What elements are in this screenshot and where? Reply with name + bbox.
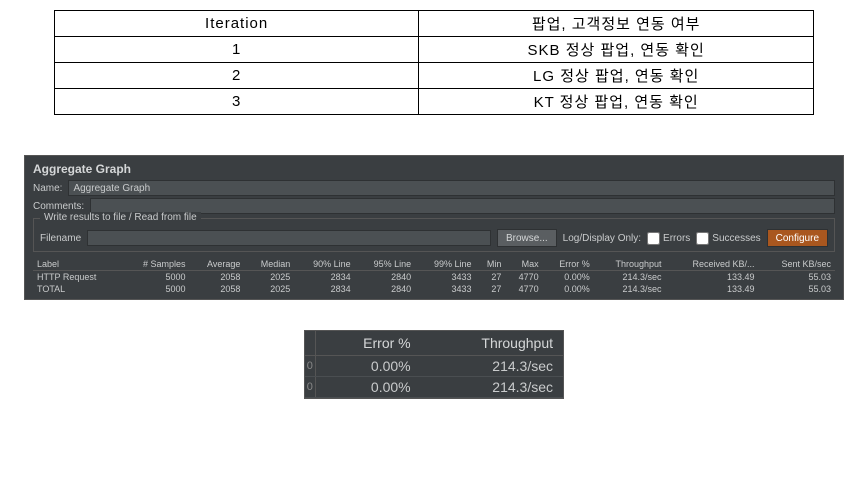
logdisplay-label: Log/Display Only: <box>563 233 641 244</box>
name-row: Name: <box>33 180 835 196</box>
cell: 3433 <box>415 283 475 295</box>
write-results-fieldset: Write results to file / Read from file F… <box>33 218 835 252</box>
name-input[interactable] <box>68 180 835 196</box>
col-max[interactable]: Max <box>505 258 542 271</box>
aggregate-header-row: Label # Samples Average Median 90% Line … <box>33 258 835 271</box>
zoom-table: Error % Throughput 0 0.00% 214.3/sec 0 0… <box>305 331 563 398</box>
successes-checkbox-input[interactable] <box>696 232 709 245</box>
zoom-row[interactable]: 0 0.00% 214.3/sec <box>305 377 563 398</box>
cell: 3433 <box>415 271 475 284</box>
cell: 2834 <box>294 271 354 284</box>
zoom-cut-cell: 0 <box>305 377 315 398</box>
configure-button[interactable]: Configure <box>767 229 828 247</box>
col-median[interactable]: Median <box>244 258 294 271</box>
iteration-cell: 2 <box>55 63 419 89</box>
col-99line[interactable]: 99% Line <box>415 258 475 271</box>
zoom-row[interactable]: 0 0.00% 214.3/sec <box>305 356 563 377</box>
cell: 27 <box>476 271 506 284</box>
col-recvkb[interactable]: Received KB/... <box>666 258 759 271</box>
browse-button[interactable]: Browse... <box>497 229 557 247</box>
zoom-header-error[interactable]: Error % <box>315 331 421 356</box>
cell: 214.3/sec <box>594 283 666 295</box>
zoom-cut-head <box>305 331 315 356</box>
filename-label: Filename <box>40 233 81 244</box>
iteration-table: Iteration 팝업, 고객정보 연동 여부 1 SKB 정상 팝업, 연동… <box>54 10 814 115</box>
iteration-row: 2 LG 정상 팝업, 연동 확인 <box>55 63 814 89</box>
iteration-row: 1 SKB 정상 팝업, 연동 확인 <box>55 37 814 63</box>
cell: 5000 <box>122 271 189 284</box>
zoom-cell: 0.00% <box>315 356 421 377</box>
col-90line[interactable]: 90% Line <box>294 258 354 271</box>
col-samples[interactable]: # Samples <box>122 258 189 271</box>
zoom-header-throughput[interactable]: Throughput <box>421 331 563 356</box>
col-throughput[interactable]: Throughput <box>594 258 666 271</box>
zoom-cell: 214.3/sec <box>421 356 563 377</box>
cell: 55.03 <box>758 271 835 284</box>
col-min[interactable]: Min <box>476 258 506 271</box>
cell: 2834 <box>294 283 354 295</box>
comments-input[interactable] <box>90 198 835 214</box>
cell: 2025 <box>244 271 294 284</box>
zoom-panel: Error % Throughput 0 0.00% 214.3/sec 0 0… <box>304 330 564 399</box>
col-average[interactable]: Average <box>190 258 245 271</box>
aggregate-graph-panel: Aggregate Graph Name: Comments: Write re… <box>24 155 844 300</box>
col-error[interactable]: Error % <box>543 258 594 271</box>
cell: TOTAL <box>33 283 122 295</box>
iteration-cell: LG 정상 팝업, 연동 확인 <box>419 63 814 89</box>
iteration-cell: SKB 정상 팝업, 연동 확인 <box>419 37 814 63</box>
aggregate-table: Label # Samples Average Median 90% Line … <box>33 258 835 295</box>
filename-input[interactable] <box>87 230 491 246</box>
cell: 2840 <box>355 271 415 284</box>
cell: 133.49 <box>666 283 759 295</box>
iteration-cell: KT 정상 팝업, 연동 확인 <box>419 89 814 115</box>
cell: 2058 <box>190 283 245 295</box>
col-label[interactable]: Label <box>33 258 122 271</box>
cell: 2058 <box>190 271 245 284</box>
cell: 55.03 <box>758 283 835 295</box>
panel-title: Aggregate Graph <box>33 162 835 176</box>
col-sentkb[interactable]: Sent KB/sec <box>758 258 835 271</box>
cell: 4770 <box>505 271 542 284</box>
iteration-header-result: 팝업, 고객정보 연동 여부 <box>419 11 814 37</box>
fieldset-legend: Write results to file / Read from file <box>40 212 201 223</box>
aggregate-row[interactable]: TOTAL 5000 2058 2025 2834 2840 3433 27 4… <box>33 283 835 295</box>
successes-checkbox-label: Successes <box>712 233 760 244</box>
iteration-cell: 1 <box>55 37 419 63</box>
successes-checkbox[interactable]: Successes <box>696 232 760 245</box>
cell: 2025 <box>244 283 294 295</box>
col-95line[interactable]: 95% Line <box>355 258 415 271</box>
cell: 214.3/sec <box>594 271 666 284</box>
cell: 4770 <box>505 283 542 295</box>
errors-checkbox-input[interactable] <box>647 232 660 245</box>
iteration-cell: 3 <box>55 89 419 115</box>
zoom-cut-cell: 0 <box>305 356 315 377</box>
cell: 0.00% <box>543 283 594 295</box>
name-label: Name: <box>33 183 62 194</box>
cell: 2840 <box>355 283 415 295</box>
cell: 133.49 <box>666 271 759 284</box>
errors-checkbox[interactable]: Errors <box>647 232 690 245</box>
cell: 0.00% <box>543 271 594 284</box>
aggregate-row[interactable]: HTTP Request 5000 2058 2025 2834 2840 34… <box>33 271 835 284</box>
cell: HTTP Request <box>33 271 122 284</box>
iteration-header-iter: Iteration <box>55 11 419 37</box>
zoom-cell: 214.3/sec <box>421 377 563 398</box>
comments-label: Comments: <box>33 201 84 212</box>
cell: 5000 <box>122 283 189 295</box>
zoom-cell: 0.00% <box>315 377 421 398</box>
iteration-row: 3 KT 정상 팝업, 연동 확인 <box>55 89 814 115</box>
errors-checkbox-label: Errors <box>663 233 690 244</box>
cell: 27 <box>476 283 506 295</box>
